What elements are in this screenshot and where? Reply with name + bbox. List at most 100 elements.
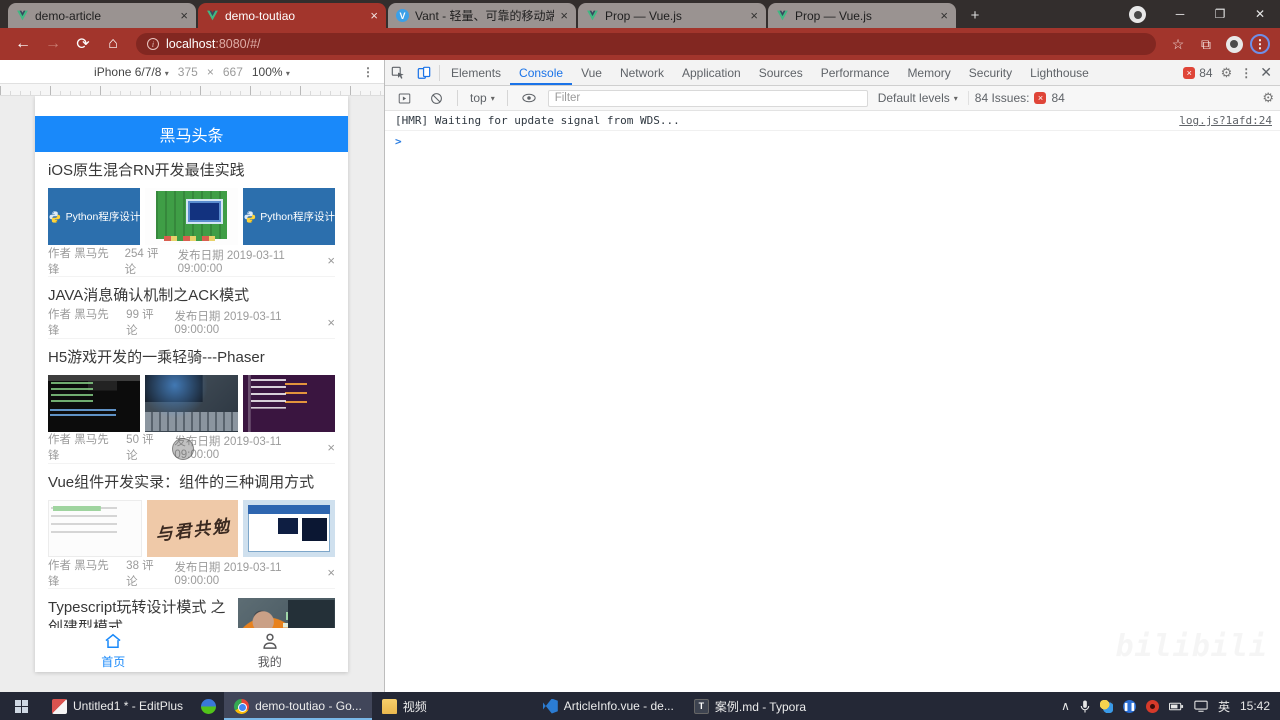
article-date: 发布日期 2019-03-11 09:00:00 xyxy=(174,561,282,587)
browser-tab-prop-vuejs-2[interactable]: Prop — Vue.js × xyxy=(768,3,956,28)
microphone-icon[interactable] xyxy=(1080,699,1090,713)
log-levels-select[interactable]: Default levels ▾ xyxy=(874,91,962,105)
error-icon: × xyxy=(1183,66,1196,79)
console-settings-icon[interactable]: ⚙ xyxy=(1262,90,1274,106)
taskbar-item-editplus[interactable]: Untitled1 * - EditPlus xyxy=(42,692,193,720)
tab-strip: demo-article × demo-toutiao × V Vant - 轻… xyxy=(0,0,1280,28)
article-author: 作者 黑马先锋 xyxy=(48,559,109,588)
inspect-element-icon[interactable] xyxy=(385,60,411,85)
devtools-tab-application[interactable]: Application xyxy=(673,60,750,85)
devtools-tab-vue[interactable]: Vue xyxy=(572,60,611,85)
recording-tray-icon[interactable] xyxy=(1145,699,1159,713)
console-messages[interactable]: [HMR] Waiting for update signal from WDS… xyxy=(385,111,1280,692)
execution-context-select[interactable]: top ▾ xyxy=(466,91,499,105)
tabbar-item-home[interactable]: 首页 xyxy=(35,631,192,670)
devtools-tab-security[interactable]: Security xyxy=(960,60,1021,85)
device-toolbar-toggle-icon[interactable] xyxy=(411,60,437,85)
bookmark-star-icon[interactable]: ☆ xyxy=(1166,32,1190,56)
devtools-settings-icon[interactable]: ⚙ xyxy=(1221,65,1233,81)
taskbar-item-vscode[interactable]: ArticleInfo.vue - de... xyxy=(533,692,684,720)
devtools-menu-icon[interactable]: ⋮ xyxy=(1240,66,1252,80)
taskbar-item-folder[interactable]: 视频 xyxy=(372,692,437,720)
article-thumbnail-software-ui xyxy=(243,500,336,557)
devtools-tab-performance[interactable]: Performance xyxy=(812,60,899,85)
live-expression-eye-icon[interactable] xyxy=(516,86,542,111)
tabbar-label: 首页 xyxy=(101,654,126,669)
profile-icon[interactable] xyxy=(1129,6,1146,23)
article-close-icon[interactable]: × xyxy=(327,565,335,580)
console-toolbar: top ▾ Default levels ▾ 84 Issues: × 84 ⚙ xyxy=(385,86,1280,111)
article-item[interactable]: Typescript玩转设计模式 之 创建型模式 作者 黑马先锋 24 评论 发… xyxy=(48,589,335,628)
start-button[interactable] xyxy=(0,692,42,720)
devtools-tab-elements[interactable]: Elements xyxy=(442,60,510,85)
viewport-top-gap xyxy=(35,96,348,116)
page-info-icon[interactable]: i xyxy=(147,38,159,50)
console-sidebar-icon[interactable] xyxy=(391,86,417,111)
clear-console-icon[interactable] xyxy=(423,86,449,111)
issues-counter[interactable]: 84 Issues: × 84 xyxy=(967,91,1071,105)
error-count-badge[interactable]: × 84 xyxy=(1183,66,1213,80)
console-log-text: [HMR] Waiting for update signal from WDS… xyxy=(395,114,680,127)
emulation-stage: 黑马头条 iOS原生混合RN开发最佳实践 Python程序设计 Python程序… xyxy=(0,96,384,692)
close-window-button[interactable]: ✕ xyxy=(1240,0,1280,28)
article-thumbnail-document xyxy=(48,500,142,557)
devtools-tab-memory[interactable]: Memory xyxy=(898,60,959,85)
pause-tray-icon[interactable]: ❚❚ xyxy=(1123,699,1136,713)
system-tray: ∧ ❚❚ 英 15:42 xyxy=(1051,692,1280,720)
python-logo-icon xyxy=(244,211,255,223)
extensions-icon[interactable]: ⧉ xyxy=(1194,32,1218,56)
article-title: Vue组件开发实录：组件的三种调用方式 xyxy=(48,473,315,491)
reload-button[interactable]: ⟳ xyxy=(70,31,96,57)
address-bar[interactable]: i localhost:8080/#/ xyxy=(136,33,1156,55)
device-select[interactable]: iPhone 6/7/8 ▾ xyxy=(94,65,169,79)
new-tab-button[interactable]: + xyxy=(964,4,986,26)
tab-close-icon[interactable]: × xyxy=(180,8,188,23)
console-prompt[interactable]: > xyxy=(385,131,1280,152)
article-item[interactable]: Vue组件开发实录：组件的三种调用方式 与君共勉 作者 黑马先锋 38 评论 发… xyxy=(48,464,336,589)
avatar-icon[interactable] xyxy=(1225,35,1243,53)
article-close-icon[interactable]: × xyxy=(327,253,335,268)
tab-close-icon[interactable]: × xyxy=(750,8,758,23)
viewport-width-field[interactable]: 375 xyxy=(178,65,198,79)
display-tray-icon[interactable] xyxy=(1194,700,1208,712)
taskbar-item-chrome[interactable]: demo-toutiao - Go... xyxy=(224,692,372,720)
viewport-height-field[interactable]: 667 xyxy=(223,65,243,79)
article-item[interactable]: iOS原生混合RN开发最佳实践 Python程序设计 Python程序设计 作者… xyxy=(48,152,335,278)
minimize-button[interactable]: ─ xyxy=(1160,0,1200,28)
editplus-icon xyxy=(52,698,67,714)
battery-tray-icon[interactable] xyxy=(1168,701,1184,712)
taskbar-item-typora[interactable]: T 案例.md - Typora xyxy=(684,692,816,720)
input-language-indicator[interactable]: 英 xyxy=(1218,698,1230,715)
browser-tab-vant[interactable]: V Vant - 轻量、可靠的移动端组件 × xyxy=(388,3,576,28)
tab-close-icon[interactable]: × xyxy=(560,8,568,23)
clock[interactable]: 15:42 xyxy=(1240,699,1270,713)
vue-favicon xyxy=(16,9,29,22)
article-close-icon[interactable]: × xyxy=(327,440,335,455)
back-button[interactable]: ← xyxy=(10,31,36,57)
forward-button[interactable]: → xyxy=(40,31,66,57)
weather-app-tray-icon[interactable] xyxy=(1099,699,1113,713)
article-thumbnail-photo xyxy=(238,598,335,628)
tab-close-icon[interactable]: × xyxy=(940,8,948,23)
maximize-button[interactable]: ❐ xyxy=(1200,0,1240,28)
tray-chevron-icon[interactable]: ∧ xyxy=(1061,699,1070,713)
device-toolbar-menu-icon[interactable]: ⋮ xyxy=(362,65,374,79)
tab-close-icon[interactable]: × xyxy=(370,8,378,23)
article-close-icon[interactable]: × xyxy=(327,315,335,330)
devtools-tab-network[interactable]: Network xyxy=(611,60,673,85)
home-button[interactable]: ⌂ xyxy=(100,31,126,57)
browser-tab-demo-article[interactable]: demo-article × xyxy=(8,3,196,28)
chrome-menu-icon[interactable]: ⋮ xyxy=(1250,34,1270,54)
browser-tab-demo-toutiao[interactable]: demo-toutiao × xyxy=(198,3,386,28)
devtools-tab-sources[interactable]: Sources xyxy=(750,60,812,85)
devtools-tab-lighthouse[interactable]: Lighthouse xyxy=(1021,60,1098,85)
devtools-tab-console[interactable]: Console xyxy=(510,60,572,85)
article-item[interactable]: JAVA消息确认机制之ACK模式 作者 黑马先锋 99 评论 发布日期 2019… xyxy=(48,277,335,339)
tabbar-item-mine[interactable]: 我的 xyxy=(192,631,349,670)
browser-tab-prop-vuejs-1[interactable]: Prop — Vue.js × xyxy=(578,3,766,28)
taskbar-item-pinned-app[interactable] xyxy=(193,692,224,720)
console-source-link[interactable]: log.js?1afd:24 xyxy=(1179,114,1272,127)
console-filter-input[interactable] xyxy=(547,89,868,107)
devtools-close-icon[interactable]: ✕ xyxy=(1260,64,1272,81)
zoom-select[interactable]: 100% ▾ xyxy=(252,65,290,79)
